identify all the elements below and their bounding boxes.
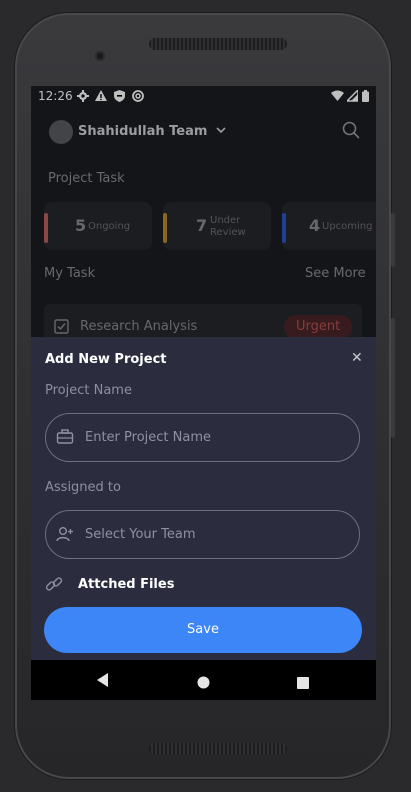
back-icon[interactable] (96, 672, 110, 691)
team-select-placeholder: Select Your Team (85, 527, 196, 542)
add-user-icon (56, 526, 74, 546)
sheet-title: Add New Project (45, 352, 167, 367)
project-name-field[interactable]: Enter Project Name (45, 413, 360, 462)
assigned-to-label: Assigned to (45, 480, 121, 495)
save-button[interactable]: Save (44, 607, 362, 653)
briefcase-icon (56, 429, 74, 449)
app-screen: 12:26 Shahidullah Team Project Task 5 On… (31, 86, 376, 700)
home-icon[interactable] (197, 674, 210, 693)
android-nav-bar (31, 660, 376, 700)
close-icon[interactable]: ✕ (351, 350, 363, 366)
team-select-field[interactable]: Select Your Team (45, 510, 360, 559)
top-speaker (149, 38, 287, 50)
front-camera (95, 51, 105, 61)
link-icon (45, 575, 63, 597)
project-name-placeholder: Enter Project Name (85, 430, 211, 445)
bottom-speaker (149, 743, 287, 755)
project-name-label: Project Name (45, 383, 132, 398)
power-button (391, 318, 395, 438)
volume-button (391, 213, 395, 267)
recents-icon[interactable] (297, 674, 309, 693)
attached-files-button[interactable]: Attched Files (78, 577, 174, 592)
add-project-sheet: Add New Project ✕ Project Name Enter Pro… (31, 337, 376, 660)
